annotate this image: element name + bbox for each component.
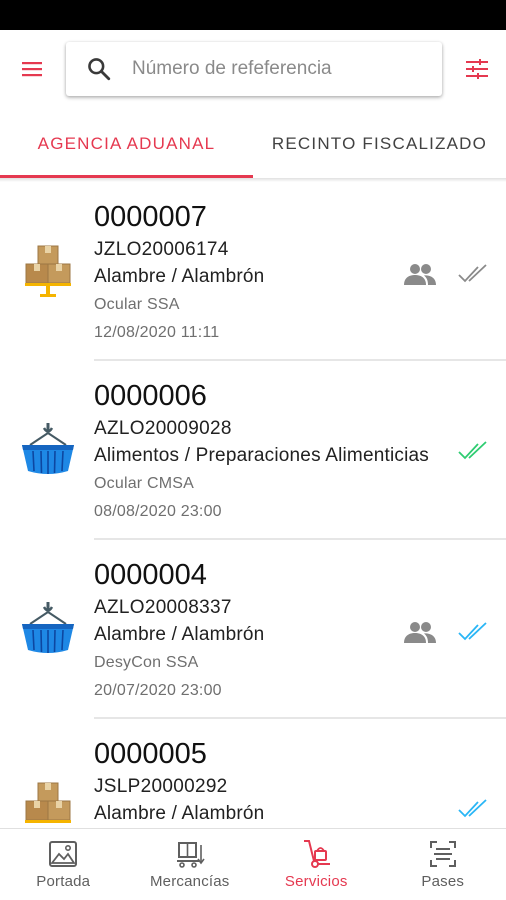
tune-sliders-icon — [466, 59, 488, 79]
item-inspection: Ocular CMSA — [94, 475, 194, 492]
double-check-icon — [458, 264, 487, 283]
tab-recinto-fiscalizado[interactable]: RECINTO FISCALIZADO — [253, 110, 506, 178]
item-goods: Alimentos / Preparaciones Alimenticias — [94, 445, 429, 466]
search-bar — [66, 42, 442, 96]
item-goods: Alambre / Alambrón — [94, 803, 265, 824]
nav-portada-label: Portada — [36, 873, 91, 890]
item-reference: JZLO20006174 — [94, 239, 229, 260]
nav-servicios-label: Servicios — [284, 873, 348, 890]
list-item[interactable]: 0000007 JZLO20006174 Alambre / Alambrón … — [0, 182, 506, 361]
status-bar — [0, 0, 506, 30]
hand-truck-icon — [304, 840, 331, 868]
list-item[interactable]: 0000004 AZLO20008337 Alambre / Alambrón … — [0, 540, 506, 719]
boxes-icon — [25, 782, 71, 823]
nav-mercancias-label: Mercancías — [149, 873, 230, 890]
nav-portada[interactable]: Portada — [0, 829, 127, 900]
item-number: 0000004 — [94, 559, 207, 591]
item-goods: Alambre / Alambrón — [94, 266, 265, 287]
nav-pases[interactable]: Pases — [380, 829, 506, 900]
item-reference: AZLO20009028 — [94, 418, 232, 439]
crane-container-icon — [22, 423, 74, 474]
bottom-navigation: Portada Mercancías Servicios Pases — [0, 828, 506, 900]
hamburger-menu-icon — [22, 62, 42, 77]
crane-container-icon — [22, 602, 74, 653]
scan-pass-icon — [429, 841, 456, 867]
double-check-icon — [458, 441, 487, 460]
boxes-icon — [25, 245, 71, 297]
item-datetime: 20/07/2020 23:00 — [94, 682, 222, 699]
search-input[interactable] — [132, 50, 432, 88]
item-datetime: 12/08/2020 11:11 — [94, 324, 220, 341]
item-goods: Alambre / Alambrón — [94, 624, 265, 645]
item-number: 0000005 — [94, 738, 207, 770]
menu-button[interactable] — [14, 54, 50, 84]
double-check-icon — [458, 622, 487, 641]
people-icon[interactable] — [404, 620, 436, 644]
tab-agencia-aduanal[interactable]: AGENCIA ADUANAL — [0, 110, 253, 178]
tab-bar: AGENCIA ADUANAL RECINTO FISCALIZADO — [0, 110, 506, 178]
search-icon — [88, 58, 111, 81]
item-inspection: DesyCon SSA — [94, 654, 199, 671]
item-inspection: Ocular SSA — [94, 296, 180, 313]
image-icon — [49, 841, 78, 867]
double-check-icon — [458, 799, 487, 818]
people-icon[interactable] — [404, 262, 436, 286]
filter-button[interactable] — [460, 54, 494, 84]
list-item[interactable]: 0000005 JSLP20000292 Alambre / Alambrón — [0, 719, 506, 828]
item-number: 0000007 — [94, 201, 207, 233]
list-item[interactable]: 0000006 AZLO20009028 Alimentos / Prepara… — [0, 361, 506, 540]
cargo-icon — [176, 842, 205, 868]
nav-servicios[interactable]: Servicios — [253, 829, 380, 900]
services-list: 0000007 JZLO20006174 Alambre / Alambrón … — [0, 182, 506, 828]
top-app-bar — [0, 30, 506, 110]
item-reference: JSLP20000292 — [94, 776, 228, 797]
item-datetime: 08/08/2020 23:00 — [94, 503, 222, 520]
item-number: 0000006 — [94, 380, 207, 412]
nav-mercancias[interactable]: Mercancías — [127, 829, 254, 900]
nav-pases-label: Pases — [421, 873, 465, 890]
item-reference: AZLO20008337 — [94, 597, 232, 618]
